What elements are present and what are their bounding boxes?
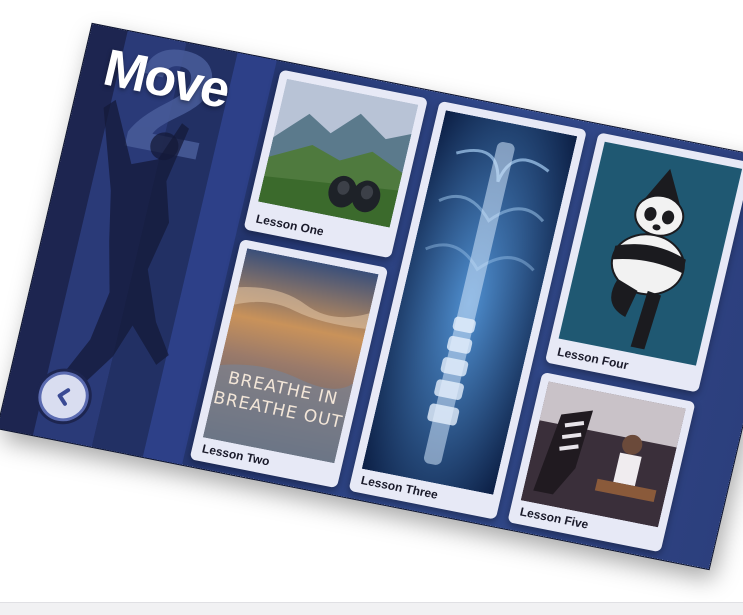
lesson-card-one[interactable]: Lesson One <box>243 69 429 259</box>
sunset-sky-photo: BREATHE IN BREATHE OUT <box>202 248 379 464</box>
lesson-card-five[interactable]: Lesson Five <box>507 371 696 553</box>
move-screen: 2 Move Lesson One BREATHE IN BREATHE OUT… <box>0 23 743 570</box>
mountain-hiking-photo <box>258 78 419 228</box>
chevron-left-icon <box>57 388 71 406</box>
gym-workout-photo <box>520 381 686 528</box>
yoga-panda-illustration <box>558 141 743 366</box>
lesson-label: Lesson One <box>254 211 326 239</box>
bottom-strip <box>0 602 743 615</box>
